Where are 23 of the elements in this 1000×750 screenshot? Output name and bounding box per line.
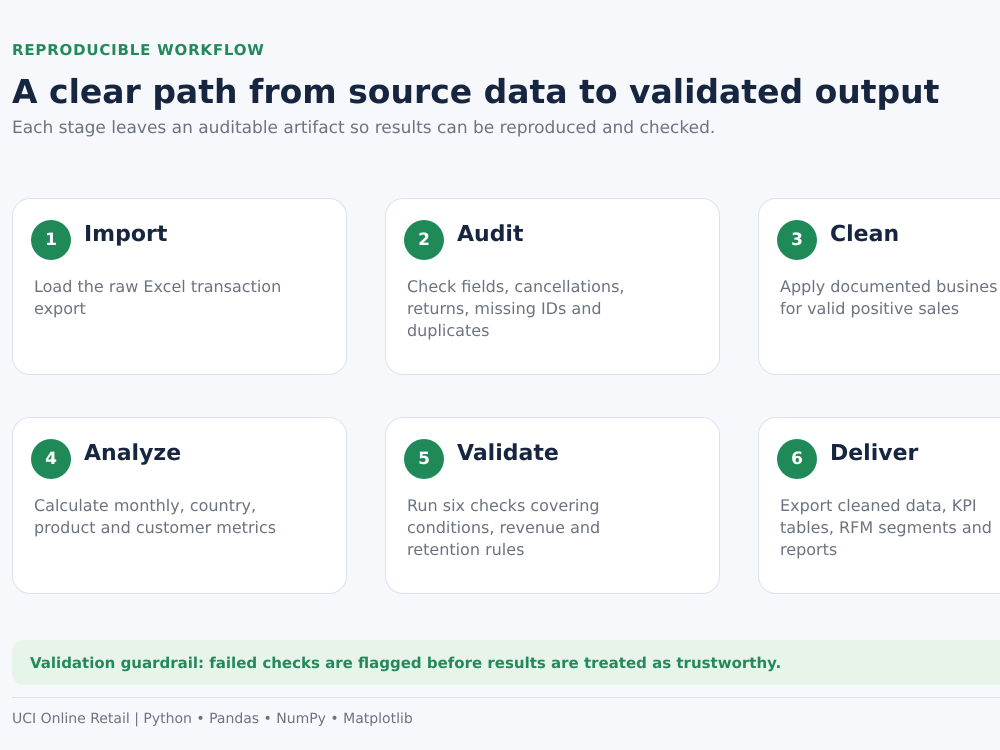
eyebrow-label: REPRODUCIBLE WORKFLOW: [12, 40, 266, 60]
stage-description: Export cleaned data, KPI tables, RFM segments and reports: [780, 495, 993, 561]
stage-title: Import: [84, 222, 168, 247]
footer-text: UCI Online Retail | Python • Pandas • NumPy • Matplotlib: [12, 711, 414, 727]
stage-description: Calculate monthly, country, product and customer metrics: [34, 495, 278, 539]
step-number: 2: [404, 220, 444, 260]
stage-title: Clean: [830, 222, 900, 247]
stage-title: Deliver: [830, 441, 918, 466]
step-number: 5: [404, 439, 444, 479]
step-number: 3: [777, 220, 817, 260]
page-subtitle: Each stage leaves an auditable artifact so results can be reproduced and checked.: [12, 117, 716, 140]
stage-description: Apply documented busines for valid positive sales: [780, 276, 998, 320]
page-title: A clear path from source data to validated output: [12, 71, 940, 113]
stage-description: Check fields, cancellations, returns, missing IDs and duplicates: [407, 276, 626, 342]
step-number: 1: [31, 220, 71, 260]
stage-title: Audit: [457, 222, 524, 247]
stage-title: Analyze: [84, 441, 182, 466]
step-number: 6: [777, 439, 817, 479]
stage-description: Load the raw Excel transaction export: [34, 276, 282, 320]
stage-title: Validate: [457, 441, 559, 466]
step-number: 4: [31, 439, 71, 479]
stage-description: Run six checks covering conditions, revenue and retention rules: [407, 495, 602, 561]
guardrail-banner: Validation guardrail: failed checks are flagged before results are treated as trustworthy.: [12, 640, 1000, 685]
